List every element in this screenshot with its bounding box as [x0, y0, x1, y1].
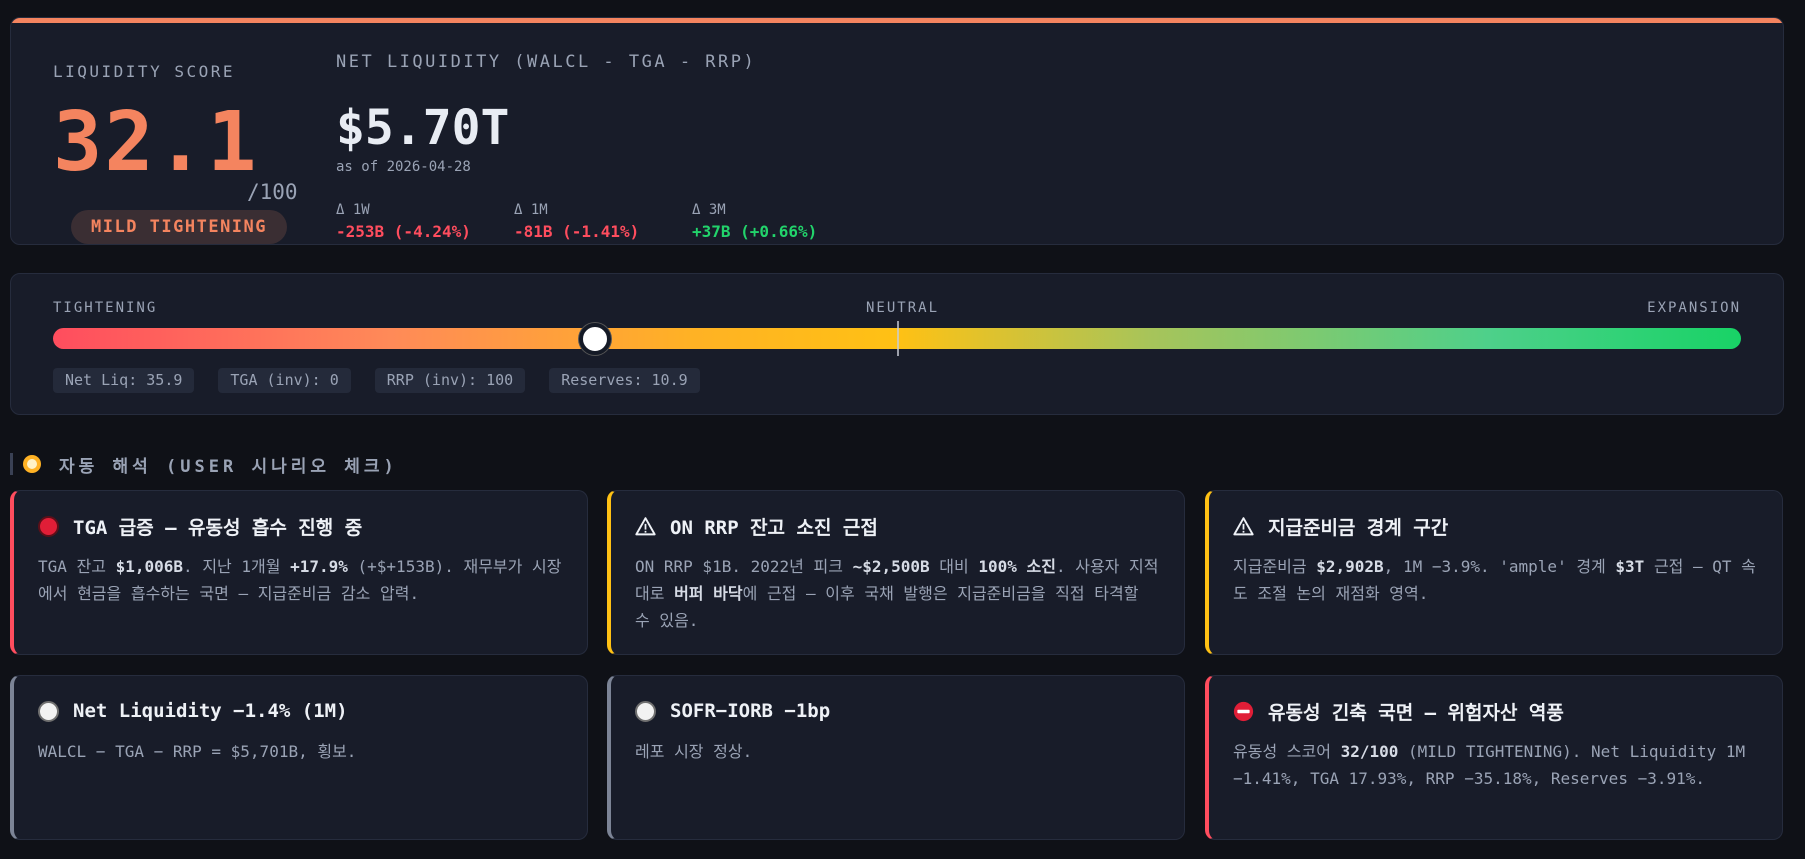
liquidity-score-card: LIQUIDITY SCORE 32.1 /100 MILD TIGHTENIN…: [10, 17, 1784, 245]
card-title: 유동성 긴축 국면 — 위험자산 역풍: [1233, 698, 1760, 724]
card-body: 지급준비금 $2,902B, 1M −3.9%. 'ample' 경계 $3T …: [1233, 557, 1756, 603]
delta-3m: Δ 3M +37B (+0.66%): [692, 202, 817, 241]
white-circle-icon: [635, 700, 656, 722]
delta-label: Δ 1M: [514, 202, 548, 218]
delta-1w: Δ 1W -253B (-4.24%): [336, 202, 471, 241]
delta-label: Δ 3M: [692, 202, 726, 218]
section-bar: [10, 453, 13, 475]
card-title-text: 지급준비금 경계 구간: [1268, 516, 1449, 539]
insight-card-rrp: ON RRP 잔고 소진 근접 ON RRP $1B. 2022년 피크 ~$2…: [607, 490, 1185, 655]
chip-tga-inv: TGA (inv): 0: [218, 368, 351, 393]
insight-card-net-liquidity: Net Liquidity −1.4% (1M) WALCL − TGA − R…: [10, 675, 588, 840]
score-block: LIQUIDITY SCORE 32.1 /100 MILD TIGHTENIN…: [53, 62, 313, 244]
card-title: Net Liquidity −1.4% (1M): [38, 698, 565, 724]
card-accent-line: [11, 18, 1783, 23]
clock-icon: [23, 455, 41, 473]
regime-badge: MILD TIGHTENING: [71, 210, 287, 244]
card-body: TGA 잔고 $1,006B. 지난 1개월 +17.9% (+$+153B).…: [38, 557, 562, 603]
delta-value: -81B (-1.41%): [514, 222, 640, 241]
neutral-tick: [897, 321, 899, 356]
card-body: 레포 시장 정상.: [635, 742, 753, 761]
delta-value: +37B (+0.66%): [692, 222, 818, 241]
score-value: 32.1: [53, 95, 259, 190]
net-liquidity-label: NET LIQUIDITY (WALCL - TGA - RRP): [336, 52, 757, 72]
score-max: /100: [247, 180, 298, 204]
warning-icon: [1233, 516, 1254, 537]
insight-card-regime: 유동성 긴축 국면 — 위험자산 역풍 유동성 스코어 32/100 (MILD…: [1205, 675, 1783, 840]
gauge-label-expansion: EXPANSION: [1647, 300, 1741, 316]
insight-card-tga: TGA 급증 — 유동성 흡수 진행 중 TGA 잔고 $1,006B. 지난 …: [10, 490, 588, 655]
chip-net-liq: Net Liq: 35.9: [53, 368, 195, 393]
card-body: ON RRP $1B. 2022년 피크 ~$2,500B 대비 100% 소진…: [635, 557, 1159, 630]
card-title-text: SOFR−IORB −1bp: [670, 700, 831, 722]
card-title-text: Net Liquidity −1.4% (1M): [73, 700, 348, 722]
red-circle-icon: [38, 515, 59, 537]
gauge-label-neutral: NEUTRAL: [866, 300, 940, 316]
card-title: TGA 급증 — 유동성 흡수 진행 중: [38, 513, 565, 539]
card-title: ON RRP 잔고 소진 근접: [635, 513, 1162, 539]
net-liquidity-block: NET LIQUIDITY (WALCL - TGA - RRP) $5.70T…: [336, 52, 817, 241]
no-entry-icon: [1233, 701, 1254, 722]
net-liquidity-value: $5.70T: [336, 100, 510, 156]
delta-value: -253B (-4.24%): [336, 222, 471, 241]
insight-card-sofr: SOFR−IORB −1bp 레포 시장 정상.: [607, 675, 1185, 840]
liquidity-gauge-card: TIGHTENING NEUTRAL EXPANSION Net Liq: 35…: [10, 273, 1784, 415]
delta-1m: Δ 1M -81B (-1.41%): [514, 202, 639, 241]
card-title: SOFR−IORB −1bp: [635, 698, 1162, 724]
chip-rrp-inv: RRP (inv): 100: [374, 368, 526, 393]
white-circle-icon: [38, 700, 59, 722]
card-title-text: ON RRP 잔고 소진 근접: [670, 516, 878, 539]
insight-card-reserves: 지급준비금 경계 구간 지급준비금 $2,902B, 1M −3.9%. 'am…: [1205, 490, 1783, 655]
score-label: LIQUIDITY SCORE: [53, 62, 235, 81]
card-title-text: 유동성 긴축 국면 — 위험자산 역풍: [1268, 701, 1564, 724]
card-title: 지급준비금 경계 구간: [1233, 513, 1760, 539]
section-title: 자동 해석 (USER 시나리오 체크): [59, 456, 398, 477]
gauge-track: [53, 321, 1741, 356]
chip-reserves: Reserves: 10.9: [549, 368, 700, 393]
as-of-date: as of 2026-04-28: [336, 159, 471, 175]
card-title-text: TGA 급증 — 유동성 흡수 진행 중: [73, 516, 363, 539]
card-body: WALCL − TGA − RRP = $5,701B, 횡보.: [38, 742, 357, 761]
component-chips: Net Liq: 35.9 TGA (inv): 0 RRP (inv): 10…: [53, 368, 700, 393]
section-header: 자동 해석 (USER 시나리오 체크): [10, 453, 398, 477]
gauge-label-tightening: TIGHTENING: [53, 300, 158, 316]
delta-label: Δ 1W: [336, 202, 370, 218]
card-body: 유동성 스코어 32/100 (MILD TIGHTENING). Net Li…: [1233, 742, 1746, 788]
warning-icon: [635, 516, 656, 537]
gauge-marker: [578, 323, 611, 355]
